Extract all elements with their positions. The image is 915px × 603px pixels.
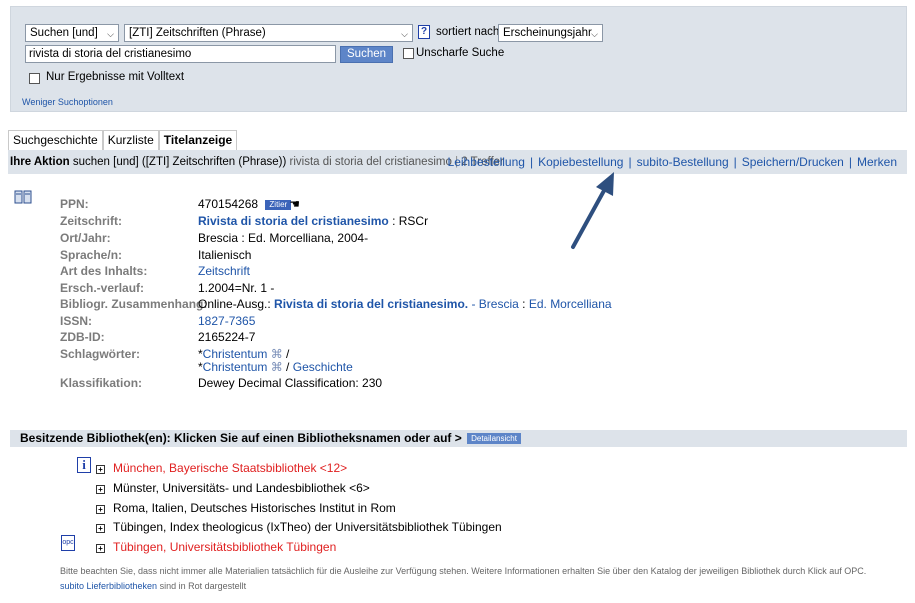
book-icon [14,190,32,204]
journal-title-link[interactable]: Rivista di storia del cristianesimo [198,214,389,228]
zeitschrift-label: Zeitschrift: [60,214,123,228]
zdb-value: 2165224-7 [198,330,256,344]
fulltext-label: Nur Ergebnisse mit Volltext [46,71,185,83]
search-panel: Suchen [und] ⌵ [ZTI] Zeitschriften (Phra… [10,6,907,112]
search-button[interactable]: Suchen [340,46,394,63]
fewer-options-link[interactable]: Weniger Suchoptionen [22,97,113,107]
library-link[interactable]: Münster, Universitäts- und Landesbibliot… [113,481,370,495]
issn-label: ISSN: [60,314,93,328]
library-item: + Tübingen, Universitätsbibliothek Tübing… [96,540,336,554]
action-query: suchen [und] ([ZTI] Zeitschriften (Phras… [72,156,287,168]
action-links: Leihbestellung | Kopiebestellung | subito-Be… [447,155,897,169]
field-select-value: [ZTI] Zeitschriften (Phrase) [129,27,266,39]
sort-select[interactable]: Erscheinungsjahr ⌵ [498,24,603,42]
loan-order-link[interactable]: Leihbestellung [448,155,525,169]
library-item: + München, Bayerische Staatsbibliothek <1… [96,461,347,475]
action-summary: Ihre Aktion suchen [und] ([ZTI] Zeitschr… [10,150,504,174]
cite-button[interactable]: Zitier [265,200,292,210]
fuzzy-search-label: Unscharfe Suche [416,47,505,59]
content-type-link[interactable]: Zeitschrift [198,264,250,278]
subject-link-geschichte[interactable]: Geschichte [293,360,353,374]
ort-value: Brescia : Ed. Morcelliana, 2004- [198,231,369,245]
library-item: + Tübingen, Index theologicus (IxTheo) de… [96,520,502,534]
sprache-value: Italienisch [198,248,252,262]
library-item: + Roma, Italien, Deutsches Historisches I… [96,501,396,515]
info-icon[interactable]: i [77,457,91,473]
tab-title-display[interactable]: Titelanzeige [158,130,238,150]
publisher-link[interactable]: Ed. Morcelliana [529,297,612,311]
online-edition-link[interactable]: Rivista di storia del cristianesimo. [274,297,468,311]
ppn-label: PPN: [60,197,89,211]
schlag-label: Schlagwörter: [60,347,141,361]
tab-search-history[interactable]: Suchgeschichte [8,130,103,150]
availability-note: Bitte beachten Sie, dass nicht immer all… [60,566,867,576]
fuzzy-search-checkbox[interactable] [403,48,414,59]
bibl-prefix: Online-Ausg.: [198,297,271,311]
subject-link-christentum[interactable]: Christentum [203,347,268,361]
help-icon[interactable]: ? [418,25,430,39]
expand-icon[interactable]: + [96,485,105,494]
library-link[interactable]: Tübingen, Universitätsbibliothek Tübinge… [113,540,336,554]
fulltext-checkbox[interactable] [29,73,40,84]
detail-view-button[interactable]: Detailansicht [467,433,521,444]
opc-icon[interactable]: opc [61,535,75,551]
tab-short-list[interactable]: Kurzliste [102,130,159,150]
subject-slash: / [286,360,290,374]
action-bar: Ihre Aktion suchen [und] ([ZTI] Zeitschr… [8,150,907,174]
bookmark-link[interactable]: Merken [857,155,897,169]
bibl-separator: : [522,297,526,311]
subject-row-2: *Christentum ⌘ / Geschichte [198,360,353,374]
library-link[interactable]: Tübingen, Index theologicus (IxTheo) der… [113,520,502,534]
subject-link-christentum[interactable]: Christentum [203,360,268,374]
issn-link[interactable]: 1827-7365 [198,314,255,328]
save-print-link[interactable]: Speichern/Drucken [742,155,844,169]
search-input[interactable]: rivista di storia del cristianesimo [25,45,336,63]
command-icon[interactable]: ⌘ [271,347,283,361]
ppn-value: 470154268 [198,197,259,211]
expand-icon[interactable]: + [96,505,105,514]
library-link[interactable]: Roma, Italien, Deutsches Historisches In… [113,501,396,515]
command-icon[interactable]: ⌘ [271,360,283,374]
art-label: Art des Inhalts: [60,264,148,278]
bibl-row: Online-Ausg.: Rivista di storia del cris… [198,297,612,311]
subject-slash: / [286,347,290,361]
chevron-down-icon: ⌵ [401,29,408,39]
field-select[interactable]: [ZTI] Zeitschriften (Phrase) ⌵ [124,24,413,42]
annotation-arrow [571,172,614,249]
action-query-value: rivista di storia del cristianesimo [289,156,452,168]
expand-icon[interactable]: + [96,465,105,474]
ersch-label: Ersch.-verlauf: [60,281,145,295]
chevron-down-icon: ⌵ [107,29,114,39]
library-item: + Münster, Universitäts- und Landesbiblio… [96,481,370,495]
holdings-header: Besitzende Bibliothek(en): Klicken Sie a… [10,430,907,447]
subito-order-link[interactable]: subito-Bestellung [637,155,729,169]
ort-label: Ort/Jahr: [60,231,111,245]
subject-row-1: *Christentum ⌘ / [198,347,289,361]
journal-abbrev: : RSCr [392,214,429,228]
chevron-down-icon: ⌵ [591,29,598,39]
klass-value: Dewey Decimal Classification: 230 [198,376,383,390]
expand-icon[interactable]: + [96,524,105,533]
ppn-row: 470154268 Zitier ☚ [198,197,300,211]
subito-libraries-link[interactable]: subito Lieferbibliotheken [60,581,157,591]
sort-label: sortiert nach [436,26,500,38]
operator-select-value: Suchen [und] [30,27,98,39]
expand-icon[interactable]: + [96,544,105,553]
sprache-label: Sprache/n: [60,248,123,262]
subito-note-text: sind in Rot dargestellt [157,581,247,591]
ersch-value: 1.2004=Nr. 1 - [198,281,275,295]
holdings-title: Besitzende Bibliothek(en): Klicken Sie a… [20,431,462,445]
subito-note: subito Lieferbibliotheken sind in Rot da… [60,581,246,591]
library-link[interactable]: München, Bayerische Staatsbibliothek <12… [113,461,347,475]
hand-cursor-icon: ☚ [289,197,300,211]
view-tabs: Suchgeschichte Kurzliste Titelanzeige [8,130,238,150]
klass-label: Klassifikation: [60,376,143,390]
action-title: Ihre Aktion [10,156,70,168]
zdb-label: ZDB-ID: [60,330,105,344]
place-link[interactable]: - Brescia [471,297,518,311]
bibl-label: Bibliogr. Zusammenhang: [60,297,208,311]
zeitschrift-row: Rivista di storia del cristianesimo : RS… [198,214,428,228]
operator-select[interactable]: Suchen [und] ⌵ [25,24,119,42]
sort-select-value: Erscheinungsjahr [503,27,592,39]
